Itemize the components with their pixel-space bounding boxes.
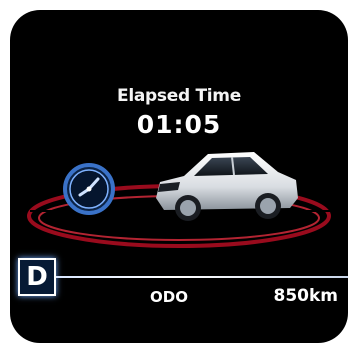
odometer-value: 850km	[273, 286, 338, 306]
status-divider	[56, 276, 348, 278]
instrument-cluster-display: Elapsed Time 01:05 D ODO 850km	[10, 10, 348, 343]
elapsed-time-value: 01:05	[136, 110, 222, 139]
elapsed-time-title: Elapsed Time	[117, 86, 241, 106]
gear-letter: D	[26, 262, 48, 292]
clock-icon	[63, 163, 115, 215]
gear-indicator: D	[18, 258, 56, 296]
car-image	[156, 152, 298, 221]
odometer-label: ODO	[150, 288, 188, 306]
